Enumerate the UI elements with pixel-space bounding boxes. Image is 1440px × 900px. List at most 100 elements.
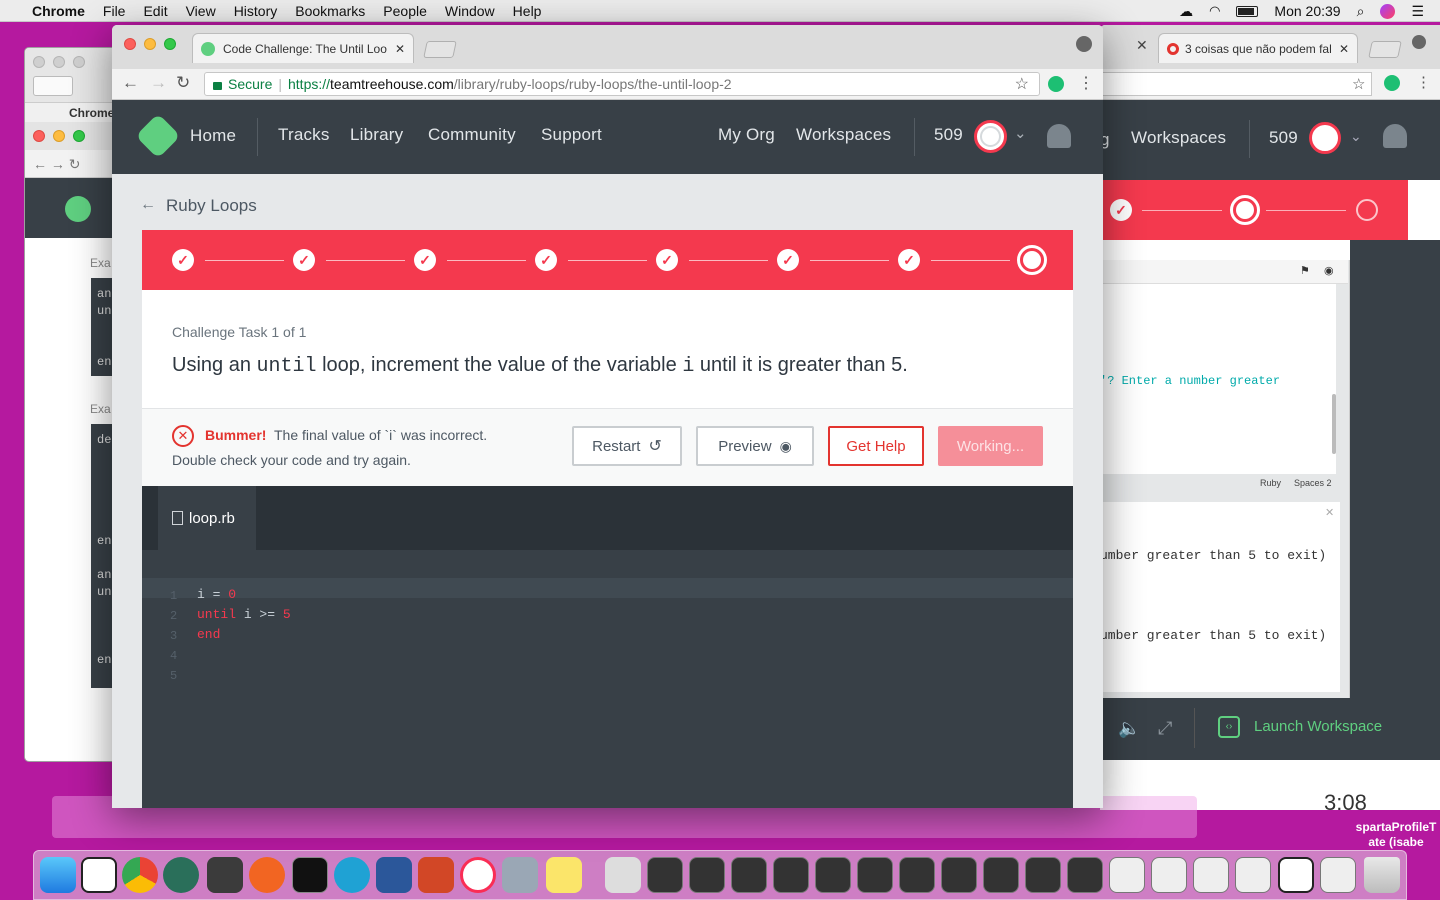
reload-icon[interactable]: ↻ — [176, 73, 190, 93]
atom-icon[interactable] — [163, 857, 199, 893]
trash-icon[interactable] — [1364, 857, 1400, 893]
notes-icon[interactable] — [546, 857, 582, 893]
menu-history[interactable]: History — [234, 3, 278, 19]
flag-icon[interactable]: ⚑ — [1300, 264, 1310, 277]
browser-window-icon[interactable] — [1235, 857, 1271, 893]
step-complete-icon[interactable]: ✓ — [656, 249, 678, 271]
music-file-icon[interactable] — [605, 857, 641, 893]
browser-window-icon[interactable] — [1193, 857, 1229, 893]
browser-tab-active[interactable]: Code Challenge: The Until Loo ✕ — [192, 33, 414, 63]
nav-support[interactable]: Support — [541, 125, 602, 145]
bell-icon[interactable] — [1383, 124, 1407, 148]
workspace-icon[interactable]: ‹› — [1218, 716, 1240, 738]
treehouse-logo-left[interactable] — [65, 196, 91, 222]
volume-icon[interactable]: 🔈 — [1118, 718, 1140, 739]
profile-icon[interactable] — [1412, 35, 1426, 49]
bookmark-star-icon[interactable]: ☆ — [1015, 74, 1029, 94]
menu-app-name[interactable]: Chrome — [32, 3, 85, 19]
menu-view[interactable]: View — [186, 3, 216, 19]
preview-app-icon[interactable] — [502, 857, 538, 893]
nav-tracks[interactable]: Tracks — [278, 125, 330, 145]
menu-file[interactable]: File — [103, 3, 126, 19]
step-complete-icon[interactable]: ✓ — [777, 249, 799, 271]
nav-my-org[interactable]: My Org — [718, 125, 775, 145]
new-tab-button[interactable] — [423, 41, 457, 58]
restart-button[interactable]: Restart ↺ — [572, 426, 682, 466]
cloud-icon[interactable]: ☁ — [1179, 3, 1193, 20]
step-current-icon[interactable] — [1017, 245, 1047, 275]
terminal-window-icon[interactable] — [773, 857, 809, 893]
close-tab-icon[interactable]: ✕ — [395, 42, 405, 56]
step-complete-icon[interactable]: ✓ — [898, 249, 920, 271]
markdown-icon[interactable] — [334, 857, 370, 893]
sublime-icon[interactable] — [207, 857, 243, 893]
step-complete-icon[interactable]: ✓ — [293, 249, 315, 271]
file-tab[interactable]: loop.rb — [158, 486, 256, 550]
nav-workspaces[interactable]: Workspaces — [796, 125, 891, 145]
terminal-icon[interactable] — [292, 857, 328, 893]
chevron-down-icon[interactable]: ⌄ — [1014, 124, 1027, 142]
terminal-window-icon[interactable] — [647, 857, 683, 893]
terminal-window-icon[interactable] — [731, 857, 767, 893]
minimize-window-button[interactable] — [144, 38, 156, 50]
menu-bookmarks[interactable]: Bookmarks — [295, 3, 365, 19]
course-back-link[interactable]: Ruby Loops — [166, 196, 257, 216]
bell-icon[interactable] — [1047, 124, 1071, 148]
menu-window[interactable]: Window — [445, 3, 495, 19]
preview-button[interactable]: Preview ◉ — [696, 426, 814, 466]
get-help-button[interactable]: Get Help — [828, 426, 924, 466]
nav-home[interactable]: Home — [190, 126, 236, 146]
grammarly-icon[interactable] — [1384, 75, 1400, 91]
notification-center-icon[interactable]: ☰ — [1411, 3, 1424, 20]
zoom-window-button[interactable] — [164, 38, 176, 50]
step-complete-icon[interactable]: ✓ — [414, 249, 436, 271]
desktop-file-label[interactable]: spartaProfileT ate (isabe — [1352, 820, 1440, 850]
step-complete-icon[interactable]: ✓ — [535, 249, 557, 271]
url-input[interactable]: Secure | https:// teamtreehouse.com /lib… — [204, 72, 1040, 96]
menu-people[interactable]: People — [383, 3, 427, 19]
siri-icon[interactable] — [1380, 3, 1396, 19]
chrome-menu-icon[interactable]: ⋮ — [1078, 73, 1094, 93]
avatar[interactable] — [1309, 122, 1341, 154]
points-count-right[interactable]: 509 — [1269, 128, 1298, 148]
blank-window-icon[interactable] — [1278, 857, 1314, 893]
spotlight-icon[interactable]: ⌕ — [1357, 3, 1365, 20]
avatar[interactable] — [974, 120, 1007, 153]
treehouse-logo[interactable] — [135, 113, 181, 159]
postman-icon[interactable] — [249, 857, 285, 893]
scrollbar[interactable] — [1332, 394, 1336, 454]
menu-edit[interactable]: Edit — [143, 3, 167, 19]
chevron-down-icon[interactable]: ⌄ — [1350, 128, 1362, 145]
points-count[interactable]: 509 — [934, 125, 963, 145]
code-editor[interactable]: loop.rb — [142, 486, 1073, 808]
close-window-button[interactable] — [124, 38, 136, 50]
nav-workspaces-right[interactable]: Workspaces — [1131, 128, 1226, 148]
battery-icon[interactable] — [1236, 5, 1259, 17]
nav-library[interactable]: Library — [350, 125, 403, 145]
itunes-icon[interactable] — [460, 857, 496, 893]
browser-window-icon[interactable] — [1320, 857, 1356, 893]
step-current-icon[interactable] — [1230, 195, 1260, 225]
browser-window-icon[interactable] — [1109, 857, 1145, 893]
skype-icon[interactable] — [81, 857, 117, 893]
grammarly-icon[interactable] — [1048, 76, 1064, 92]
check-work-button[interactable]: Working... — [938, 426, 1043, 466]
chrome-icon[interactable] — [122, 857, 158, 893]
forward-arrow-icon[interactable]: → — [150, 73, 167, 93]
close-console-icon[interactable]: ✕ — [1325, 506, 1334, 519]
eye-icon[interactable]: ◉ — [1324, 264, 1334, 277]
right-browser-tab[interactable]: 3 coisas que não podem fal ✕ — [1158, 33, 1358, 63]
step-code-icon[interactable] — [1356, 199, 1378, 221]
back-arrow-icon[interactable]: ← — [140, 196, 156, 214]
launch-workspace-button[interactable]: Launch Workspace — [1254, 718, 1382, 735]
close-tab-icon[interactable]: ✕ — [1339, 42, 1349, 56]
menu-help[interactable]: Help — [513, 3, 542, 19]
step-complete-icon[interactable]: ✓ — [1110, 199, 1132, 221]
step-complete-icon[interactable]: ✓ — [172, 249, 194, 271]
browser-window-icon[interactable] — [1151, 857, 1187, 893]
terminal-window-icon[interactable] — [1025, 857, 1061, 893]
word-icon[interactable] — [376, 857, 412, 893]
terminal-window-icon[interactable] — [689, 857, 725, 893]
bookmark-star-icon[interactable]: ☆ — [1352, 75, 1365, 93]
terminal-window-icon[interactable] — [1067, 857, 1103, 893]
